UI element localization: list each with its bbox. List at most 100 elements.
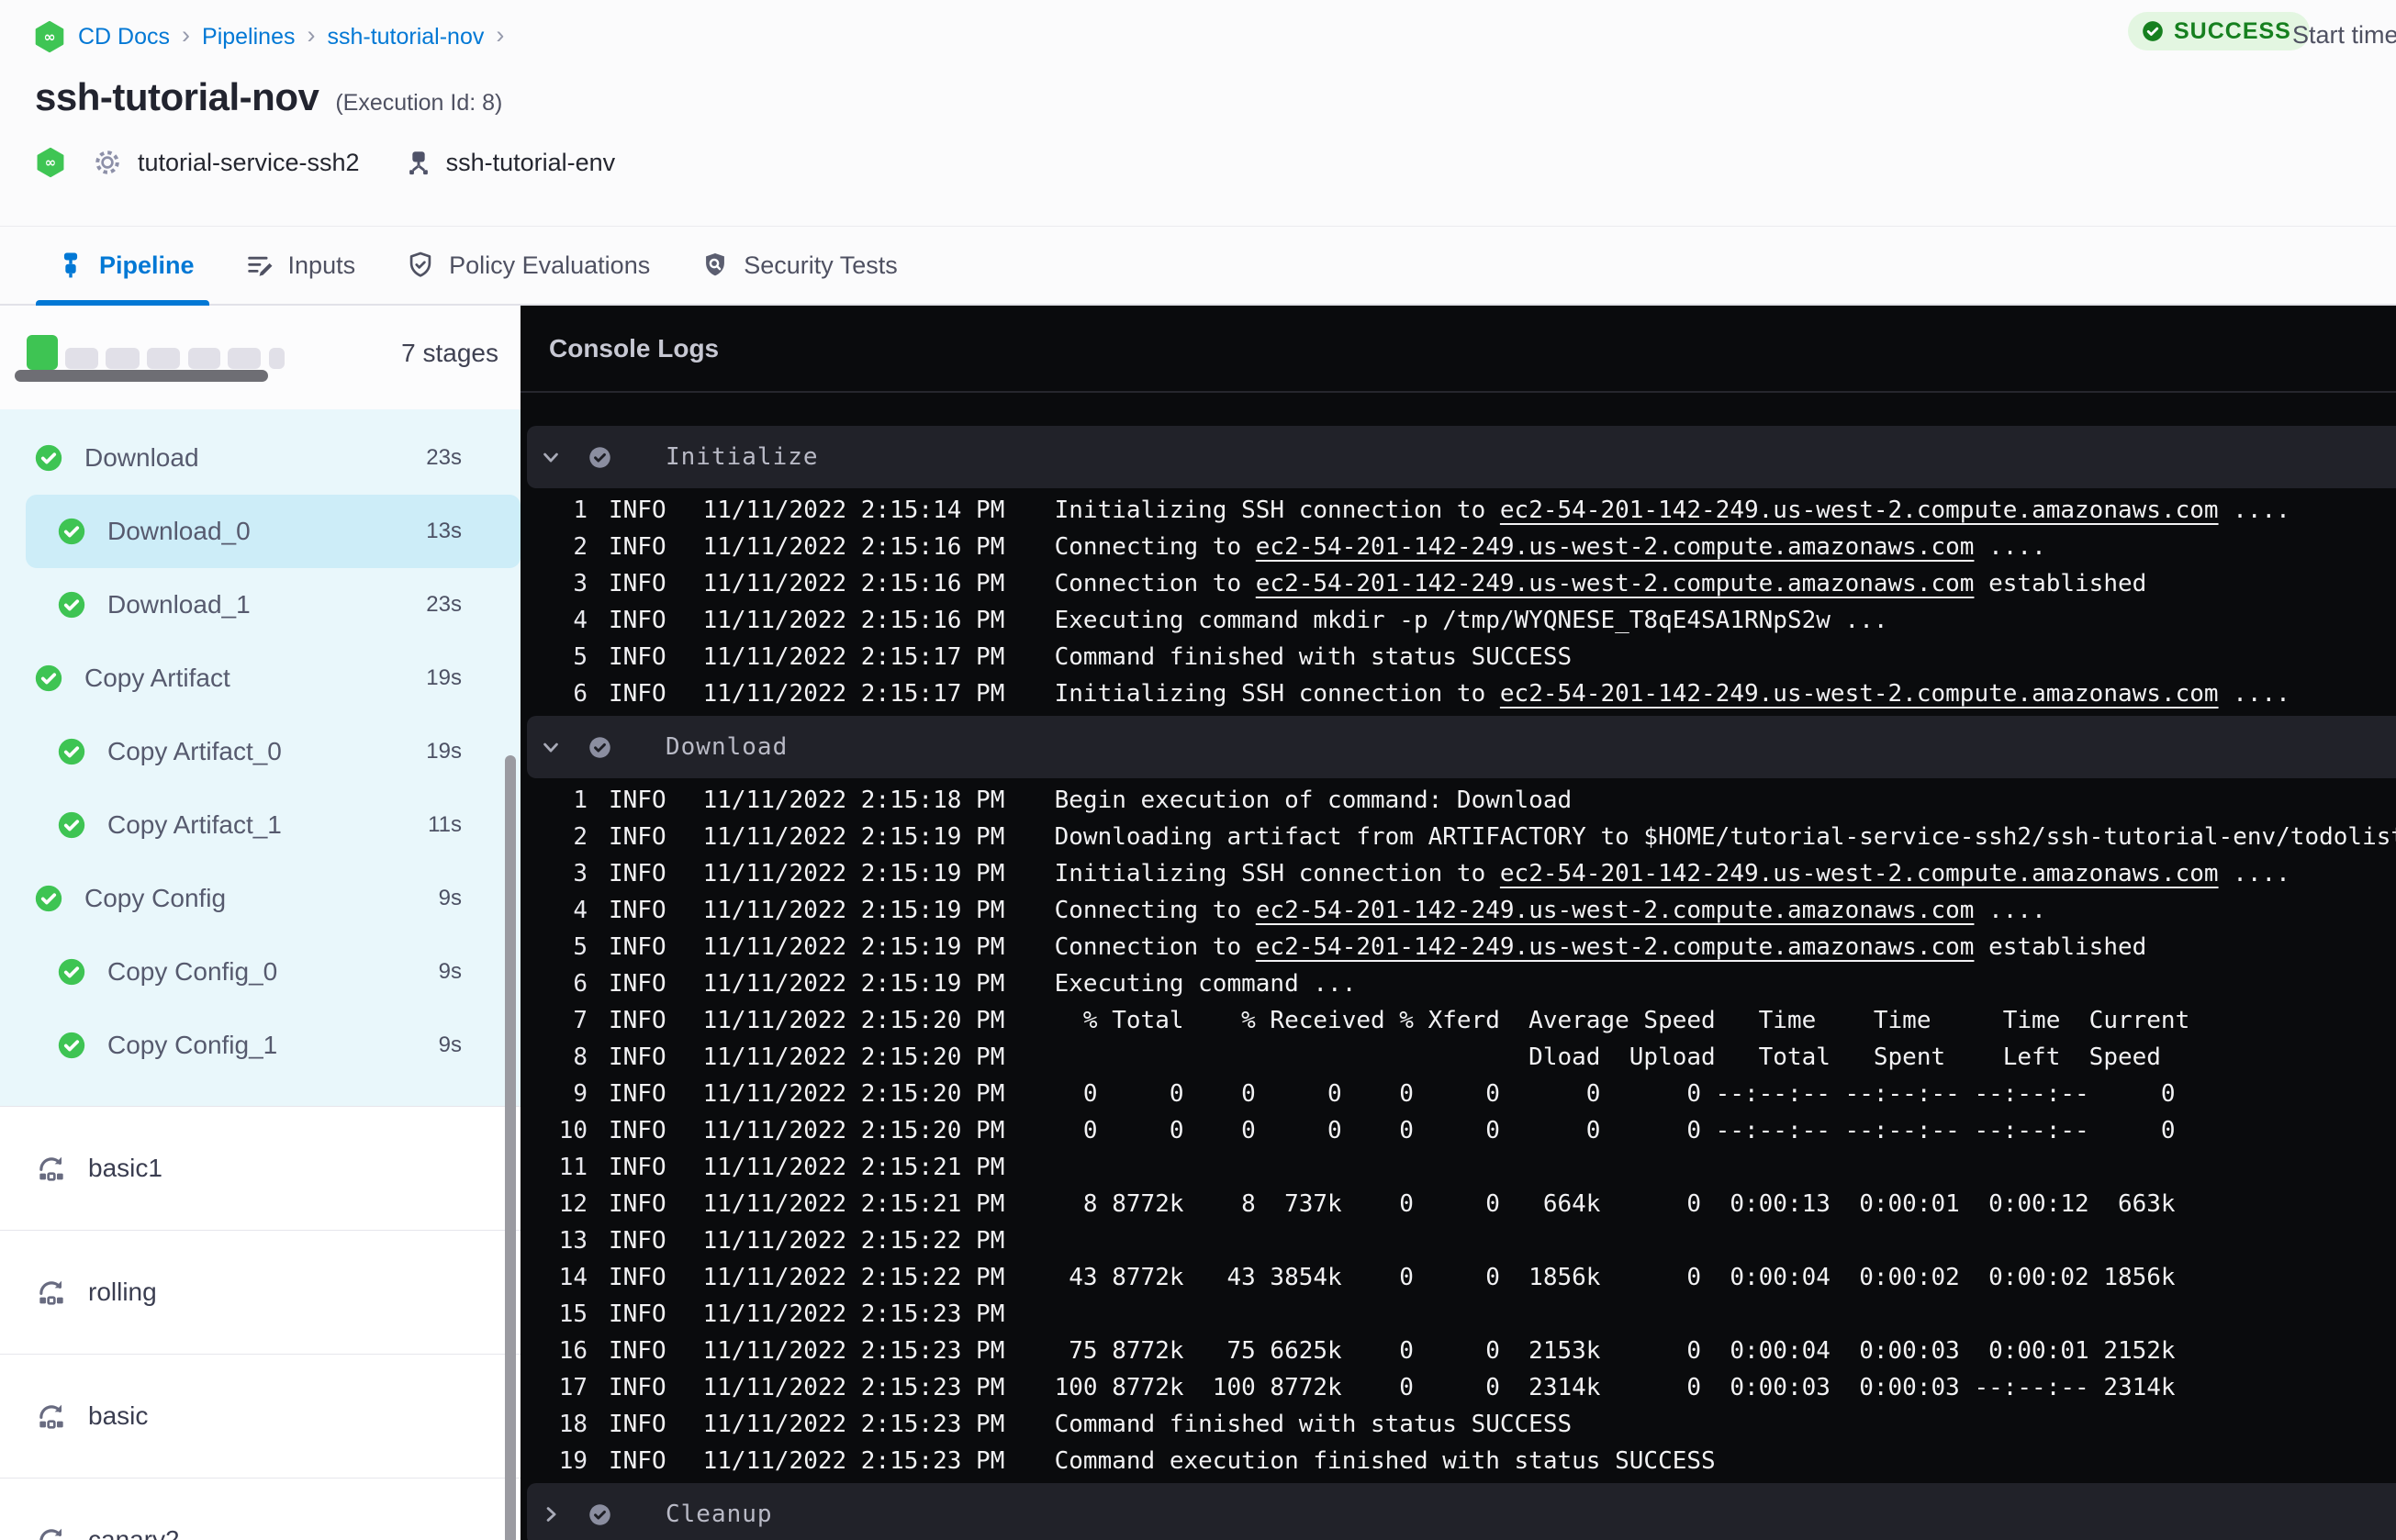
- stage-success-check-icon: [58, 738, 85, 765]
- stage-success-check-icon: [35, 664, 62, 692]
- inputs-icon: [247, 256, 272, 276]
- execution-body: 7 stages Download 23s Download_0 13s Downloa…: [0, 306, 2396, 1540]
- stage-duration: 9s: [438, 959, 462, 984]
- tab-policy-evaluations[interactable]: Policy Evaluations: [405, 227, 650, 304]
- chevron-right-icon[interactable]: [538, 1501, 564, 1527]
- harness-logo-icon: ∞: [37, 147, 64, 178]
- stage-row-download-0[interactable]: Download_0 13s: [26, 495, 521, 568]
- log-host-link[interactable]: ec2-54-201-142-249.us-west-2.compute.ama…: [1500, 860, 2219, 887]
- sidebar-vertical-scrollbar[interactable]: [505, 755, 516, 1540]
- console-logs-panel: Console Logs Initialize 1 INFO 11/11/2022 2…: [521, 306, 2396, 1540]
- stage-progress-segment-active[interactable]: [27, 335, 58, 370]
- log-message: Connection to ec2-54-201-142-249.us-west…: [1055, 570, 2147, 597]
- service-name[interactable]: tutorial-service-ssh2: [138, 149, 360, 177]
- log-timestamp: 11/11/2022 2:15:22 PM: [702, 1264, 1005, 1291]
- stage-row-download[interactable]: Download 23s: [26, 421, 521, 495]
- stage-progress-segment[interactable]: [65, 348, 98, 369]
- log-section-header-initialize[interactable]: Initialize: [527, 426, 2396, 488]
- log-line: 17 INFO 11/11/2022 2:15:23 PM 100 8772k 100…: [521, 1369, 2396, 1406]
- log-host-link[interactable]: ec2-54-201-142-249.us-west-2.compute.ama…: [1256, 533, 1975, 561]
- stage-label: Copy Config: [84, 884, 227, 912]
- stage-progress-segment[interactable]: [228, 348, 261, 369]
- log-level: INFO: [609, 1190, 666, 1218]
- log-timestamp: 11/11/2022 2:15:17 PM: [702, 643, 1005, 671]
- pipeline-item-basic[interactable]: basic: [0, 1355, 521, 1479]
- stage-row-copy-config-0[interactable]: Copy Config_0 9s: [26, 935, 521, 1009]
- tab-inputs[interactable]: Inputs: [244, 227, 355, 304]
- pipeline-item-basic1[interactable]: basic1: [0, 1106, 521, 1231]
- breadcrumb-link-pipeline[interactable]: ssh-tutorial-nov: [327, 24, 484, 50]
- log-line-number: 6: [573, 680, 588, 708]
- log-line: 19 INFO 11/11/2022 2:15:23 PM Command execu…: [521, 1443, 2396, 1479]
- log-timestamp: 11/11/2022 2:15:19 PM: [702, 970, 1005, 998]
- log-line-number: 1: [573, 497, 588, 524]
- log-level: INFO: [609, 1300, 666, 1328]
- stage-progress-segment[interactable]: [106, 348, 140, 369]
- log-level: INFO: [609, 1264, 666, 1291]
- stage-duration: 9s: [438, 886, 462, 910]
- log-timestamp: 11/11/2022 2:15:17 PM: [702, 680, 1005, 708]
- stage-label: Copy Artifact_0: [107, 737, 282, 765]
- log-host-link[interactable]: ec2-54-201-142-249.us-west-2.compute.ama…: [1256, 933, 1975, 961]
- tab-pipeline[interactable]: Pipeline: [36, 227, 209, 306]
- log-host-link[interactable]: ec2-54-201-142-249.us-west-2.compute.ama…: [1256, 570, 1975, 597]
- log-timestamp: 11/11/2022 2:15:20 PM: [702, 1080, 1005, 1108]
- breadcrumb-separator: ›: [182, 20, 191, 49]
- pipeline-item-rolling[interactable]: rolling: [0, 1231, 521, 1355]
- log-line: 15 INFO 11/11/2022 2:15:23 PM: [521, 1296, 2396, 1333]
- chevron-down-icon[interactable]: [538, 444, 564, 470]
- stage-success-check-icon: [35, 885, 62, 912]
- tab-label: Pipeline: [99, 251, 195, 279]
- log-level: INFO: [609, 1080, 666, 1108]
- log-level: INFO: [609, 933, 666, 961]
- log-section-name: Download: [666, 733, 789, 761]
- log-host-link[interactable]: ec2-54-201-142-249.us-west-2.compute.ama…: [1256, 897, 1975, 924]
- log-text: Dload Upload Total Spent Left Speed: [1054, 1043, 2161, 1071]
- breadcrumb-link-pipelines[interactable]: Pipelines: [202, 24, 295, 50]
- stage-row-copy-artifact[interactable]: Copy Artifact 19s: [26, 642, 521, 715]
- log-message: 0 0 0 0 0 0 0 0 --:--:-- --:--:-- --:--:…: [1055, 1117, 2176, 1144]
- log-section-header-download[interactable]: Download: [527, 716, 2396, 778]
- chevron-down-icon[interactable]: [538, 734, 564, 760]
- log-message: Downloading artifact from ARTIFACTORY to…: [1055, 823, 2396, 851]
- log-level: INFO: [609, 1411, 666, 1438]
- log-level: INFO: [609, 787, 666, 814]
- log-message: Initializing SSH connection to ec2-54-20…: [1055, 680, 2290, 708]
- stage-label: Copy Artifact: [84, 664, 230, 692]
- log-timestamp: 11/11/2022 2:15:19 PM: [702, 823, 1005, 851]
- log-line-number: 9: [573, 1080, 588, 1108]
- stage-success-check-icon: [58, 811, 85, 839]
- stage-row-copy-config[interactable]: Copy Config 9s: [26, 862, 521, 935]
- stage-row-copy-artifact-1[interactable]: Copy Artifact_1 11s: [26, 788, 521, 862]
- log-line-number: 16: [558, 1337, 588, 1365]
- stage-row-copy-artifact-0[interactable]: Copy Artifact_0 19s: [26, 715, 521, 788]
- pipeline-item-canary2[interactable]: canary2: [0, 1479, 521, 1540]
- log-timestamp: 11/11/2022 2:15:20 PM: [702, 1117, 1005, 1144]
- log-line-number: 15: [558, 1300, 588, 1328]
- log-section-header-cleanup[interactable]: Cleanup: [527, 1483, 2396, 1540]
- environment-name[interactable]: ssh-tutorial-env: [446, 149, 616, 177]
- log-text: Initializing SSH connection to: [1054, 860, 1500, 887]
- breadcrumb-link-project[interactable]: CD Docs: [78, 24, 170, 50]
- log-timestamp: 11/11/2022 2:15:23 PM: [702, 1374, 1005, 1401]
- log-host-link[interactable]: ec2-54-201-142-249.us-west-2.compute.ama…: [1500, 680, 2219, 708]
- log-line-number: 4: [573, 607, 588, 634]
- log-host-link[interactable]: ec2-54-201-142-249.us-west-2.compute.ama…: [1500, 497, 2219, 524]
- log-message: 75 8772k 75 6625k 0 0 2153k 0 0:00:04 0:…: [1055, 1337, 2175, 1365]
- stage-row-copy-config-1[interactable]: Copy Config_1 9s: [26, 1009, 521, 1082]
- stage-duration: 23s: [426, 592, 462, 617]
- minimap-horizontal-scrollbar[interactable]: [15, 370, 268, 382]
- log-timestamp: 11/11/2022 2:15:16 PM: [702, 533, 1005, 561]
- log-level: INFO: [609, 860, 666, 887]
- stage-progress-segment[interactable]: [269, 348, 285, 369]
- tab-bar: Pipeline Inputs Policy Evaluations Secur…: [0, 226, 2396, 306]
- tab-security-tests[interactable]: Security Tests: [700, 227, 898, 304]
- title-row: ssh-tutorial-nov (Execution Id: 8): [35, 75, 502, 119]
- log-line: 13 INFO 11/11/2022 2:15:22 PM: [521, 1222, 2396, 1259]
- stage-progress-segment[interactable]: [188, 348, 220, 369]
- log-text: Command execution finished with status S…: [1054, 1447, 1716, 1475]
- stage-row-download-1[interactable]: Download_1 23s: [26, 568, 521, 642]
- stage-progress-segment[interactable]: [147, 348, 180, 369]
- log-text: ....: [1974, 533, 2046, 561]
- log-line: 18 INFO 11/11/2022 2:15:23 PM Command finis…: [521, 1406, 2396, 1443]
